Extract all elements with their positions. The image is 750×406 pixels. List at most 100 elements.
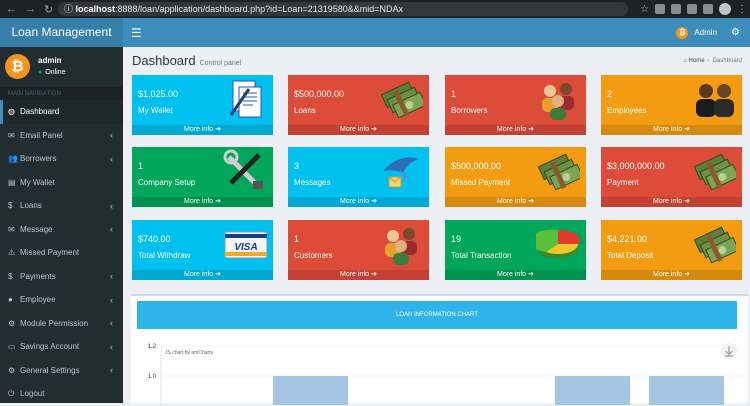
more-info-link[interactable]: More info ➔ (288, 125, 429, 135)
money-icon (537, 153, 580, 191)
address-bar[interactable]: ⓘ localhost:8888/loan/application/dashbo… (58, 2, 628, 16)
sidebar-item-savings-account[interactable]: ▭ Savings Account ‹ (0, 335, 123, 359)
stat-box-total-deposit: $4,221.00 Total Deposit More info ➔ (601, 220, 742, 280)
user-menu[interactable]: ₿ Admin ⚙ (676, 26, 740, 39)
more-info-label: More info (183, 126, 214, 133)
user-panel-name: admin (38, 56, 62, 65)
extension-icon[interactable] (670, 4, 681, 14)
navbar: ☰ ₿ Admin ⚙ (123, 18, 750, 47)
more-info-link[interactable]: More info ➔ (445, 270, 586, 280)
stat-box-total-transaction: 19 Total Transaction More info ➔ (445, 220, 586, 280)
stat-value: 3 (294, 161, 300, 171)
breadcrumb-current: Dashboard (712, 58, 742, 64)
sidebar-item-borrowers[interactable]: 👥 Borrowers ‹ (0, 147, 123, 171)
chart-bar[interactable] (273, 376, 348, 405)
arrow-circle-right-icon: ➔ (215, 198, 221, 205)
puzzle-icon[interactable] (702, 4, 713, 14)
settings-icon: ⚙ (8, 365, 16, 375)
more-info-label: More info (496, 198, 527, 205)
more-info-link[interactable]: More info ➔ (288, 197, 429, 207)
chart-bar[interactable] (555, 376, 630, 405)
more-info-label: More info (652, 198, 683, 205)
bookmark-star-icon[interactable]: ☆ (640, 4, 649, 15)
sidebar-item-label: Payments (20, 271, 56, 281)
sidebar-header: MAIN NAVIGATION (0, 87, 123, 100)
warning-icon: ⚠ (8, 248, 16, 258)
dashboard-icon: ◍ (8, 107, 15, 117)
sidebar-item-employee[interactable]: ● Employee ‹ (0, 288, 123, 312)
main-content: Dashboard Control panel ⌂ Home › Dashboard … (123, 47, 750, 405)
stat-label: Customers (294, 251, 333, 260)
user-panel: ₿ admin Online (0, 47, 123, 85)
profile-avatar[interactable] (718, 3, 731, 15)
forward-icon[interactable]: → (25, 3, 36, 16)
users-icon: 👥 (8, 154, 18, 164)
sidebar-item-label: Module Permission (20, 318, 89, 328)
sidebar-item-payments[interactable]: $ Payments ‹ (0, 265, 123, 289)
app-logo[interactable]: Loan Management (0, 18, 123, 47)
sidebar-item-label: Message (20, 224, 53, 234)
chart-bar[interactable] (649, 376, 724, 405)
people-icon (385, 228, 417, 265)
sidebar-toggle-icon[interactable]: ☰ (131, 26, 142, 40)
chart-credit[interactable]: JS chart by amCharts (165, 350, 214, 356)
sidebar: ₿ admin Online MAIN NAVIGATION ◍ Dashboar… (0, 47, 123, 403)
more-info-link[interactable]: More info ➔ (288, 270, 429, 280)
more-info-link[interactable]: More info ➔ (601, 197, 742, 207)
control-sidebar-gears-icon[interactable]: ⚙ (731, 27, 740, 38)
more-info-link[interactable]: More info ➔ (445, 197, 586, 207)
tools-icon (223, 149, 263, 189)
stat-box-messages: 3 Messages More info ➔ (288, 147, 429, 207)
sidebar-item-logout[interactable]: ⏻ Logout (0, 382, 123, 406)
sidebar-item-label: General Settings (20, 365, 80, 375)
stat-label: Messages (294, 178, 331, 187)
sidebar-item-dashboard[interactable]: ◍ Dashboard (0, 100, 123, 124)
user-name: Admin (694, 28, 718, 37)
stat-box-borrowers: 1 Borrowers More info ➔ (445, 75, 586, 135)
gears-icon: ⚙ (8, 318, 16, 328)
more-info-label: More info (652, 126, 683, 133)
stat-value: 1 (451, 89, 457, 99)
browser-toolbar: ← → ↻ ⓘ localhost:8888/loan/application/… (0, 0, 750, 18)
more-info-link[interactable]: More info ➔ (445, 125, 586, 135)
breadcrumb-home[interactable]: Home (689, 58, 705, 64)
sidebar-item-label: My Wallet (20, 177, 55, 187)
sidebar-item-general-settings[interactable]: ⚙ General Settings ‹ (0, 359, 123, 383)
more-info-link[interactable]: More info ➔ (132, 270, 273, 280)
stat-value: $500,000.00 (294, 89, 345, 99)
sidebar-item-label: Employee (20, 295, 56, 305)
sidebar-item-my-wallet[interactable]: ▤ My Wallet (0, 171, 123, 195)
download-icon[interactable] (721, 343, 737, 359)
chevron-left-icon: ‹ (110, 318, 113, 329)
sidebar-item-module-permission[interactable]: ⚙ Module Permission ‹ (0, 312, 123, 336)
page-title: Dashboard Control panel (132, 53, 241, 68)
savings-icon: ▭ (8, 342, 16, 352)
more-info-link[interactable]: More info ➔ (601, 125, 742, 135)
extension-icon[interactable] (654, 4, 665, 14)
stat-box-total-withdraw: $740.00 Total Withdraw VISA More info ➔ (132, 220, 273, 280)
back-icon[interactable]: ← (6, 3, 17, 16)
logout-icon: ⏻ (8, 388, 15, 398)
stat-label: Total Deposit (607, 251, 654, 260)
more-info-link[interactable]: More info ➔ (132, 125, 273, 135)
sidebar-item-missed-payment[interactable]: ⚠ Missed Payment (0, 241, 123, 265)
reload-icon[interactable]: ↻ (44, 3, 53, 16)
more-info-link[interactable]: More info ➔ (132, 197, 273, 207)
browser-nav: ← → ↻ (0, 3, 56, 16)
more-info-link[interactable]: More info ➔ (601, 270, 742, 280)
sidebar-menu: ◍ Dashboard ✉ Email Panel ‹ 👥 Borrowers ‹ ▤ My Wa… (0, 100, 123, 406)
stat-value: $500,000.00 (451, 161, 502, 171)
stat-label: Missed Payment (451, 178, 511, 187)
sidebar-item-message[interactable]: ✉ Message ‹ (0, 218, 123, 242)
home-icon: ⌂ (683, 58, 687, 64)
y-tick-label: 1.0 (148, 374, 157, 380)
extension-icon[interactable] (686, 4, 697, 14)
stat-label: Payment (607, 178, 639, 187)
sidebar-item-loans[interactable]: $ Loans ‹ (0, 194, 123, 218)
breadcrumb-separator: › (707, 58, 710, 64)
arrow-circle-right-icon: ➔ (215, 271, 221, 278)
visa-card-icon: VISA (224, 231, 267, 259)
page-title-text: Dashboard (132, 53, 196, 68)
menu-dots-icon[interactable]: ⋮ (737, 4, 747, 15)
sidebar-item-email-panel[interactable]: ✉ Email Panel ‹ (0, 124, 123, 148)
